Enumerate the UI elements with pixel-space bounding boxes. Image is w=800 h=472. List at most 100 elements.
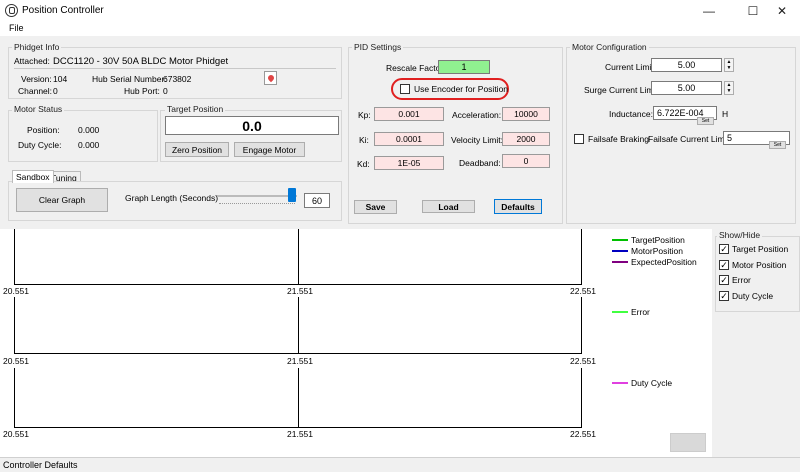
graph-length-slider-track[interactable] <box>217 195 297 197</box>
x-tick-label: 20.551 <box>3 429 29 439</box>
hub-port-label: Hub Port: <box>124 86 160 96</box>
failsafe-braking-checkbox[interactable] <box>574 134 584 144</box>
clear-graph-button[interactable]: Clear Graph <box>16 188 108 212</box>
show-hide-legend: Show/Hide <box>717 230 763 240</box>
defaults-button[interactable]: Defaults <box>494 199 542 214</box>
status-bar: Controller Defaults <box>0 457 800 472</box>
show-motor-position-label: Motor Position <box>732 260 787 270</box>
legend-target-position: TargetPosition <box>612 235 685 245</box>
legend-swatch <box>612 261 628 263</box>
title-bar: Position Controller — ☐ ✕ <box>0 0 800 22</box>
zero-position-button[interactable]: Zero Position <box>165 142 229 157</box>
inductance-label: Inductance: <box>609 109 653 119</box>
attached-label: Attached: <box>14 56 50 66</box>
x-tick-label: 21.551 <box>287 429 313 439</box>
show-error-checkbox[interactable]: ✓ <box>719 275 729 285</box>
graph-length-slider-thumb[interactable] <box>288 188 296 202</box>
inductance-set-button[interactable]: Set <box>697 117 714 125</box>
status-text: Controller Defaults <box>3 460 78 470</box>
velocity-limit-label: Velocity Limit: <box>451 135 503 145</box>
use-encoder-checkbox[interactable] <box>400 84 410 94</box>
x-tick-label: 22.551 <box>570 429 596 439</box>
attached-value: DCC1120 - 30V 50A BLDC Motor Phidget <box>53 56 229 67</box>
ki-label: Ki: <box>359 135 369 145</box>
load-button[interactable]: Load <box>422 200 475 213</box>
target-position-legend: Target Position <box>165 104 226 114</box>
current-limit-input[interactable]: 5.00 <box>651 58 722 72</box>
plot-gridline <box>298 368 299 428</box>
rescale-factor-input[interactable]: 1 <box>438 60 490 74</box>
graph-length-input[interactable]: 60 <box>304 193 330 208</box>
motor-configuration-legend: Motor Configuration <box>570 42 649 52</box>
position-value: 0.000 <box>78 125 100 135</box>
acceleration-label: Acceleration: <box>452 110 502 120</box>
location-pin-icon[interactable] <box>264 71 277 85</box>
surge-current-limit-label: Surge Current Limit: <box>584 85 661 95</box>
plot-gridline <box>298 297 299 354</box>
engage-motor-button[interactable]: Engage Motor <box>234 142 305 157</box>
save-button[interactable]: Save <box>354 200 397 214</box>
kp-label: Kp: <box>358 110 371 120</box>
deadband-label: Deadband: <box>459 158 501 168</box>
ki-input[interactable]: 0.0001 <box>374 132 444 146</box>
slider-ticks <box>219 203 295 204</box>
use-encoder-label: Use Encoder for Position <box>414 84 509 94</box>
failsafe-set-button[interactable]: Set <box>769 141 786 149</box>
velocity-limit-input[interactable]: 2000 <box>502 132 550 146</box>
graph-area: 20.551 21.551 22.551 20.551 21.551 22.55… <box>0 229 598 457</box>
show-error-label: Error <box>732 275 751 285</box>
plot-gridline <box>298 229 299 285</box>
x-tick-label: 21.551 <box>287 286 313 296</box>
legend-swatch <box>612 250 628 252</box>
legend-duty-cycle: Duty Cycle <box>612 378 672 388</box>
deadband-input[interactable]: 0 <box>502 154 550 168</box>
show-duty-cycle-checkbox[interactable]: ✓ <box>719 291 729 301</box>
pid-settings-legend: PID Settings <box>352 42 404 52</box>
show-motor-position-checkbox[interactable]: ✓ <box>719 260 729 270</box>
surge-current-limit-input[interactable]: 5.00 <box>651 81 722 95</box>
legend-error: Error <box>612 307 650 317</box>
legend-motor-position: MotorPosition <box>612 246 683 256</box>
x-tick-label: 22.551 <box>570 356 596 366</box>
phidget-info-group <box>8 47 342 99</box>
rescale-factor-label: Rescale Factor: <box>386 63 446 73</box>
duty-cycle-label: Duty Cycle: <box>18 140 62 150</box>
x-tick-label: 20.551 <box>3 356 29 366</box>
current-limit-label: Current Limit: <box>605 62 657 72</box>
kd-input[interactable]: 1E-05 <box>374 156 444 170</box>
chart-legend-pane: TargetPosition MotorPosition ExpectedPos… <box>598 229 712 457</box>
channel-value: 0 <box>53 86 58 96</box>
failsafe-braking-label: Failsafe Braking <box>588 134 649 144</box>
window-title: Position Controller <box>22 5 104 16</box>
show-hide-pane: Show/Hide ✓ Target Position ✓ Motor Posi… <box>670 229 800 457</box>
hub-serial-value: 673802 <box>163 74 192 84</box>
legend-swatch <box>612 382 628 384</box>
hub-serial-label: Hub Serial Number: <box>92 74 167 84</box>
blank-button[interactable] <box>670 433 706 452</box>
current-limit-spinner[interactable]: ▲ ▼ <box>724 58 734 72</box>
minimize-button[interactable]: — <box>691 0 727 22</box>
kp-input[interactable]: 0.001 <box>374 107 444 121</box>
hub-port-value: 0 <box>163 86 168 96</box>
divider <box>14 68 336 69</box>
target-position-input[interactable]: 0.0 <box>165 116 339 135</box>
x-tick-label: 20.551 <box>3 286 29 296</box>
surge-current-limit-spinner[interactable]: ▲ ▼ <box>724 81 734 95</box>
motor-status-group <box>8 110 158 162</box>
tab-sandbox[interactable]: Sandbox <box>12 170 54 183</box>
legend-swatch <box>612 239 628 241</box>
show-duty-cycle-label: Duty Cycle <box>732 291 774 301</box>
version-label: Version: <box>21 74 52 84</box>
channel-label: Channel: <box>18 86 53 96</box>
legend-expected-position: ExpectedPosition <box>612 257 697 267</box>
close-button[interactable]: ✕ <box>764 0 800 22</box>
menu-bar: File <box>0 22 800 36</box>
motor-status-legend: Motor Status <box>12 104 65 114</box>
duty-cycle-value: 0.000 <box>78 140 100 150</box>
app-logo-icon <box>5 4 18 17</box>
acceleration-input[interactable]: 10000 <box>502 107 550 121</box>
show-target-position-checkbox[interactable]: ✓ <box>719 244 729 254</box>
failsafe-current-limit-label: Failsafe Current Limit: <box>648 134 732 144</box>
menu-file[interactable]: File <box>9 23 24 33</box>
graph-length-label: Graph Length (Seconds) <box>125 193 219 203</box>
